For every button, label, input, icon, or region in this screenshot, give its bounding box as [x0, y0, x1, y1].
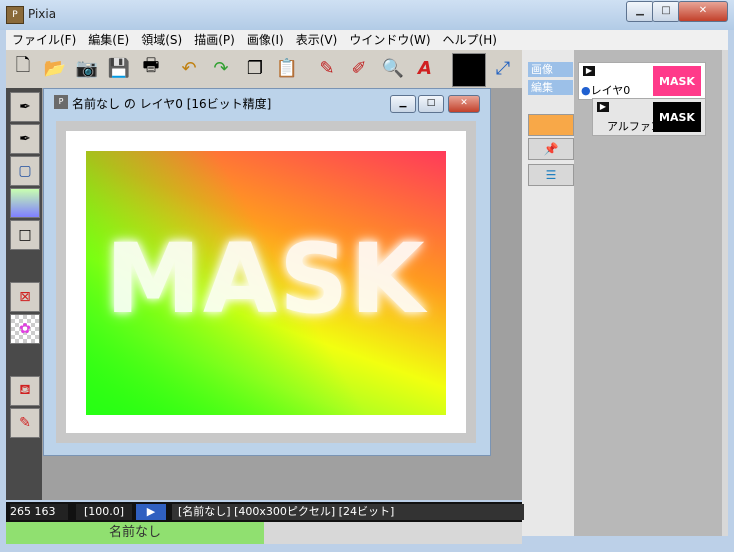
paste-icon[interactable]: 📋	[272, 53, 302, 83]
pattern-icon[interactable]: ✿	[10, 314, 40, 344]
document-title: 名前なし の レイヤ0 [16ビット精度]	[72, 97, 272, 111]
brush-palette-icon[interactable]: ✎	[312, 53, 342, 83]
window-title: Pixia	[28, 7, 57, 21]
layer-thumbnail: MASK	[653, 102, 701, 132]
open-icon[interactable]: 📂	[40, 53, 70, 83]
pixia-icon[interactable]: P	[6, 6, 24, 24]
rect-select-icon[interactable]: ▢	[10, 156, 40, 186]
zoom-readout: [100.0]	[76, 504, 132, 520]
coords-readout: 265 163	[10, 504, 68, 520]
layer-name: レイヤ0	[590, 84, 631, 97]
maximize-button[interactable]: □	[652, 1, 680, 22]
canvas-margin: MASK	[66, 131, 466, 433]
menu-help[interactable]: ヘルプ(H)	[437, 30, 503, 50]
document-window: P 名前なし の レイヤ0 [16ビット精度] ▁ □ ✕ MASK	[43, 88, 491, 456]
play-icon[interactable]: ▶	[136, 504, 166, 520]
tool-palette: ✒ ✒ ▢ □ ⊠ ✿ ⛾ ✎	[6, 88, 42, 500]
canvas-frame: MASK	[56, 121, 476, 443]
zoom-icon[interactable]: 🔍	[378, 53, 408, 83]
menu-file[interactable]: ファイル(F)	[6, 30, 82, 50]
brush-icon[interactable]: ✐	[344, 53, 374, 83]
layers-icon[interactable]: ☰	[528, 164, 574, 186]
menu-selection[interactable]: 領域(S)	[135, 30, 188, 50]
menu-edit[interactable]: 編集(E)	[82, 30, 135, 50]
doc-minimize-button[interactable]: ▁	[390, 95, 416, 113]
redo-icon[interactable]: ↷	[206, 53, 236, 83]
camera-icon[interactable]: 📷	[72, 53, 102, 83]
doc-maximize-button[interactable]: □	[418, 95, 444, 113]
tab-image[interactable]: 画像	[528, 62, 573, 77]
layers-panel: ▶ ●レイヤ0 MASK ▶ アルファ1 MASK	[574, 50, 722, 536]
toolbar: 🗋 📂 📷 💾 🖶 ↶ ↷ ❐ 📋 ✎ ✐ 🔍 A ⤢	[6, 50, 522, 88]
panel-tabs: 画像 編集 📌 ☰	[522, 50, 574, 536]
menu-window[interactable]: ウインドウ(W)	[343, 30, 436, 50]
text-icon[interactable]: A	[410, 53, 440, 83]
menu-image[interactable]: 画像(I)	[241, 30, 290, 50]
save-icon[interactable]: 💾	[104, 53, 134, 83]
bottom-bar	[264, 522, 522, 544]
visibility-icon[interactable]: ▶	[583, 66, 595, 76]
menu-view[interactable]: 表示(V)	[290, 30, 344, 50]
current-color-swatch[interactable]	[452, 53, 486, 87]
file-name-bar: 名前なし	[6, 522, 264, 544]
eraser-icon[interactable]: ✎	[10, 408, 40, 438]
menu-draw[interactable]: 描画(P)	[188, 30, 241, 50]
print-icon[interactable]: 🖶	[136, 53, 166, 83]
canvas[interactable]: MASK	[86, 151, 446, 415]
canvas-text: MASK	[105, 223, 427, 335]
undo-icon[interactable]: ↶	[174, 53, 204, 83]
title-bar: P Pixia ▁ □ ✕	[0, 0, 734, 30]
document-icon: P	[54, 95, 68, 109]
layer-item[interactable]: ▶ ●レイヤ0 MASK	[578, 62, 706, 100]
doc-close-button[interactable]: ✕	[448, 95, 480, 113]
minimize-button[interactable]: ▁	[626, 1, 654, 22]
pen-tool-2-icon[interactable]: ✒	[10, 124, 40, 154]
tab-edit[interactable]: 編集	[528, 80, 573, 95]
panel-scrollbar[interactable]	[722, 50, 728, 536]
deselect-icon[interactable]: ⊠	[10, 282, 40, 312]
layer-item[interactable]: ▶ アルファ1 MASK	[592, 98, 706, 136]
layer-color-swatch[interactable]	[528, 114, 574, 136]
close-button[interactable]: ✕	[678, 1, 728, 22]
menu-bar: ファイル(F) 編集(E) 領域(S) 描画(P) 画像(I) 表示(V) ウインドウ(W)…	[6, 30, 728, 50]
new-icon[interactable]: 🗋	[8, 53, 38, 83]
pen-tool-icon[interactable]: ✒	[10, 92, 40, 122]
rect-icon[interactable]: □	[10, 220, 40, 250]
fill-icon[interactable]: ⛾	[10, 376, 40, 406]
active-layer-dot-icon: ●	[581, 84, 591, 97]
layer-thumbnail: MASK	[653, 66, 701, 96]
status-bar: 265 163 [100.0] ▶ [名前なし] [400x300ピクセル] […	[6, 502, 524, 522]
layer-name: アルファ1	[607, 120, 658, 133]
pin-icon[interactable]: 📌	[528, 138, 574, 160]
gradient-icon[interactable]	[10, 188, 40, 218]
transform-icon[interactable]: ⤢	[488, 53, 518, 83]
image-info: [名前なし] [400x300ピクセル] [24ビット]	[172, 504, 524, 520]
visibility-icon[interactable]: ▶	[597, 102, 609, 112]
copy-icon[interactable]: ❐	[240, 53, 270, 83]
